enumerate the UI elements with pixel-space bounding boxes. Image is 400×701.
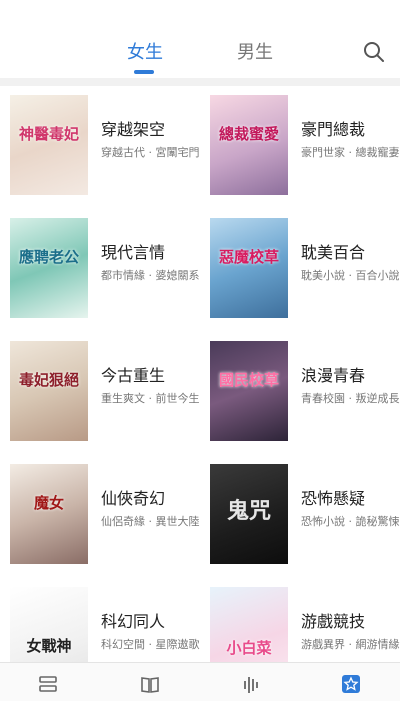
book-cover: 應聘老公 (10, 218, 88, 318)
cover-title: 總裁蜜愛 (218, 125, 279, 143)
ranking-icon[interactable] (240, 673, 262, 695)
bookshelf-icon[interactable] (37, 673, 59, 695)
category-subtitle: 仙侶奇緣 · 異世大陸 (101, 515, 200, 528)
cover-title: 應聘老公 (18, 248, 79, 266)
cover-title: 小白菜 (226, 639, 272, 657)
category-card[interactable]: 神醫毒妃 穿越架空 穿越古代 · 宮闈宅門 (0, 86, 200, 209)
category-card[interactable]: 國民校草 浪漫青春 青春校園 · 叛逆成長 (200, 332, 400, 455)
book-cover: 國民校草 (210, 341, 288, 441)
category-subtitle: 恐怖小說 · 詭秘驚悚 (301, 515, 400, 528)
category-title: 今古重生 (101, 366, 166, 385)
category-title: 穿越架空 (101, 120, 166, 139)
cover-title: 魔女 (33, 494, 64, 512)
book-cover: 惡魔校草 (210, 218, 288, 318)
book-cover: 鬼咒 (210, 464, 288, 564)
search-button[interactable] (362, 40, 386, 64)
category-title: 仙俠奇幻 (101, 489, 166, 508)
category-icon[interactable] (340, 673, 362, 695)
tab-female[interactable]: 女生 (127, 38, 163, 64)
category-title: 耽美百合 (301, 243, 366, 262)
category-subtitle: 都市情緣 · 婆媳關系 (101, 269, 200, 282)
header-divider (0, 78, 400, 86)
category-card[interactable]: 總裁蜜愛 豪門總裁 豪門世家 · 總裁寵妻 (200, 86, 400, 209)
book-cover: 神醫毒妃 (10, 95, 88, 195)
category-title: 浪漫青春 (301, 366, 366, 385)
category-grid: 神醫毒妃 穿越架空 穿越古代 · 宮闈宅門 總裁蜜愛 豪門總裁 豪門世家 · 總… (0, 86, 400, 662)
category-card[interactable]: 應聘老公 現代言情 都市情緣 · 婆媳關系 (0, 209, 200, 332)
top-header: 女生 男生 (0, 0, 400, 78)
book-cover: 女戰神 (10, 587, 88, 662)
book-cover: 毒妃狠絕 (10, 341, 88, 441)
cover-title: 毒妃狠絕 (18, 371, 79, 389)
category-card[interactable]: 女戰神 科幻同人 科幻空間 · 星際遨歌 (0, 578, 200, 662)
category-title: 游戲競技 (301, 612, 366, 631)
book-icon[interactable] (139, 673, 161, 695)
bottom-navigation (0, 662, 400, 701)
category-subtitle: 青春校園 · 叛逆成長 (301, 392, 400, 405)
category-card[interactable]: 惡魔校草 耽美百合 耽美小說 · 百合小說 (200, 209, 400, 332)
cover-title: 鬼咒 (226, 498, 271, 524)
category-subtitle: 豪門世家 · 總裁寵妻 (301, 146, 400, 159)
search-icon (364, 42, 384, 62)
active-tab-indicator (134, 70, 154, 74)
book-cover: 小白菜 (210, 587, 288, 662)
book-cover: 總裁蜜愛 (210, 95, 288, 195)
category-title: 恐怖懸疑 (301, 489, 366, 508)
category-title: 現代言情 (101, 243, 166, 262)
cover-title: 惡魔校草 (218, 248, 279, 266)
cover-title: 女戰神 (26, 637, 72, 655)
category-title: 科幻同人 (101, 612, 166, 631)
category-card[interactable]: 毒妃狠絕 今古重生 重生爽文 · 前世今生 (0, 332, 200, 455)
category-card[interactable]: 小白菜 游戲競技 游戲異界 · 網游情緣 (200, 578, 400, 662)
cover-title: 國民校草 (218, 371, 279, 389)
category-subtitle: 耽美小說 · 百合小說 (301, 269, 400, 282)
tab-male[interactable]: 男生 (237, 38, 273, 64)
book-cover: 魔女 (10, 464, 88, 564)
cover-title: 神醫毒妃 (18, 125, 79, 143)
category-subtitle: 重生爽文 · 前世今生 (101, 392, 200, 405)
category-subtitle: 科幻空間 · 星際遨歌 (101, 638, 200, 651)
category-subtitle: 穿越古代 · 宮闈宅門 (101, 146, 200, 159)
category-subtitle: 游戲異界 · 網游情緣 (301, 638, 400, 651)
category-card[interactable]: 魔女 仙俠奇幻 仙侶奇緣 · 異世大陸 (0, 455, 200, 578)
category-title: 豪門總裁 (301, 120, 366, 139)
category-card[interactable]: 鬼咒 恐怖懸疑 恐怖小說 · 詭秘驚悚 (200, 455, 400, 578)
